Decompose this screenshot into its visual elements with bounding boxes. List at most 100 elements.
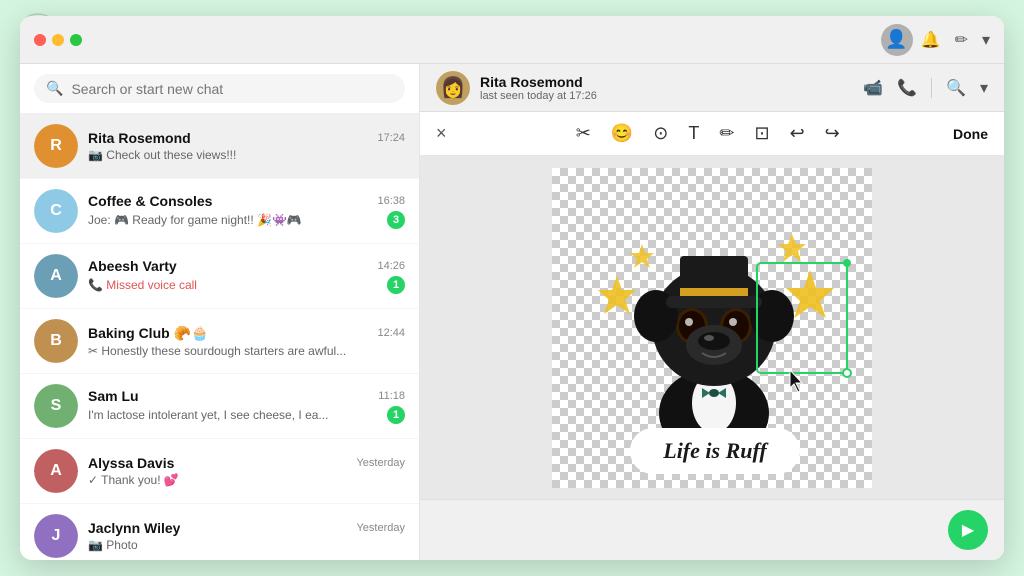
chat-info: Alyssa Davis Yesterday ✓ Thank you! 💕 [88, 455, 405, 487]
pug-eye-left-shine [685, 318, 693, 326]
chat-time: 11:18 [378, 390, 405, 402]
chat-item[interactable]: B Baking Club 🥐🧁 12:44 ✂ Honestly these … [20, 309, 419, 374]
chat-preview: Joe: 🎮 Ready for game night!! 🎉👾🎮 [88, 213, 302, 227]
title-bar: 👤 🔔 ✏ ▾ [20, 16, 1004, 64]
chat-header-info: Rita Rosemond last seen today at 17:26 [480, 74, 863, 102]
chat-header-avatar: 👩 [436, 71, 470, 105]
chat-header-row: Jaclynn Wiley Yesterday [88, 520, 405, 536]
chat-avatar: B [34, 319, 78, 363]
chat-header-row: Alyssa Davis Yesterday [88, 455, 405, 471]
chat-header-row: Sam Lu 11:18 [88, 388, 405, 404]
notifications-icon[interactable]: 🔔 [921, 30, 941, 50]
new-chat-icon[interactable]: ✏ [955, 30, 968, 50]
chat-item[interactable]: R Rita Rosemond 17:24 📷 Check out these … [20, 114, 419, 179]
profile-avatar[interactable]: 👤 [881, 24, 913, 56]
chat-preview: 📷 Check out these views!!! [88, 148, 236, 162]
chat-item[interactable]: J Jaclynn Wiley Yesterday 📷 Photo [20, 504, 419, 560]
send-button[interactable]: ▶ [948, 510, 988, 550]
chat-preview: ✂ Honestly these sourdough starters are … [88, 344, 346, 358]
editor-toolbar: × ✂ 😊 ⊙ T ✏ ⊡ ↩ ↪ Done [420, 112, 1004, 156]
voice-call-icon[interactable]: 📞 [897, 78, 917, 98]
chat-preview: 📷 Photo [88, 538, 138, 552]
chat-header-row: Rita Rosemond 17:24 [88, 130, 405, 146]
chat-item[interactable]: A Abeesh Varty 14:26 📞 Missed voice call… [20, 244, 419, 309]
draw-icon[interactable]: ✏ [719, 123, 734, 144]
unread-badge: 1 [387, 406, 405, 424]
unread-badge: 3 [387, 211, 405, 229]
chat-info: Sam Lu 11:18 I'm lactose intolerant yet,… [88, 388, 405, 424]
pug-nose-shine [704, 335, 714, 341]
chat-header-actions: 📹 📞 🔍 ▾ [863, 78, 988, 98]
main-layout: 🔍 R Rita Rosemond 17:24 📷 Check out thes… [20, 64, 1004, 560]
header-divider [931, 78, 932, 98]
sticker-canvas[interactable]: Life is Ruff [552, 168, 872, 488]
chat-avatar: R [34, 124, 78, 168]
app-window: 👤 🔔 ✏ ▾ 🔍 R Rit [20, 16, 1004, 560]
chat-info: Rita Rosemond 17:24 📷 Check out these vi… [88, 130, 405, 162]
pug-sticker-svg: Life is Ruff [562, 178, 862, 478]
chat-list: R Rita Rosemond 17:24 📷 Check out these … [20, 114, 419, 560]
sticker-tool-icon[interactable]: ⊙ [653, 123, 668, 144]
hat-brim [666, 296, 762, 308]
chat-header-name: Rita Rosemond [480, 74, 863, 90]
handle-top-right[interactable] [843, 259, 851, 267]
chat-header-status: last seen today at 17:26 [480, 90, 863, 102]
text-tool-icon[interactable]: T [688, 123, 699, 144]
chat-name: Jaclynn Wiley [88, 520, 180, 536]
sparkle-2 [630, 244, 654, 268]
sparkle-1 [598, 276, 636, 314]
chevron-down-icon[interactable]: ▾ [982, 30, 990, 50]
chat-time: Yesterday [356, 522, 405, 534]
chat-header: 👩 Rita Rosemond last seen today at 17:26… [420, 64, 1004, 112]
chat-avatar: S [34, 384, 78, 428]
search-icon: 🔍 [46, 80, 63, 97]
chat-header-row: Coffee & Consoles 16:38 [88, 193, 405, 209]
hat-band [680, 288, 748, 296]
close-button[interactable] [34, 34, 46, 46]
chat-avatar: C [34, 189, 78, 233]
chat-item[interactable]: C Coffee & Consoles 16:38 Joe: 🎮 Ready f… [20, 179, 419, 244]
crop-icon[interactable]: ⊡ [754, 123, 769, 144]
undo-icon[interactable]: ↩ [790, 123, 805, 144]
editor-tools: ✂ 😊 ⊙ T ✏ ⊡ ↩ ↪ [463, 123, 953, 144]
chat-time: 16:38 [377, 195, 405, 207]
sparkle-4 [778, 234, 806, 262]
search-chat-icon[interactable]: 🔍 [946, 78, 966, 98]
chat-info: Jaclynn Wiley Yesterday 📷 Photo [88, 520, 405, 552]
chat-info: Baking Club 🥐🧁 12:44 ✂ Honestly these so… [88, 325, 405, 358]
chat-name: Coffee & Consoles [88, 193, 212, 209]
redo-icon[interactable]: ↪ [825, 123, 840, 144]
more-options-icon[interactable]: ▾ [980, 78, 988, 98]
unread-badge: 1 [387, 276, 405, 294]
chat-header-row: Abeesh Varty 14:26 [88, 258, 405, 274]
emoji-icon[interactable]: 😊 [611, 123, 633, 144]
maximize-button[interactable] [70, 34, 82, 46]
chat-preview: 📞 Missed voice call [88, 278, 197, 292]
editor-close-icon[interactable]: × [436, 123, 447, 144]
sticker-image-wrap: Life is Ruff [552, 168, 872, 488]
chat-info: Coffee & Consoles 16:38 Joe: 🎮 Ready for… [88, 193, 405, 229]
chat-time: 14:26 [377, 260, 405, 272]
done-button[interactable]: Done [953, 126, 988, 142]
chat-header-row: Baking Club 🥐🧁 12:44 [88, 325, 405, 342]
send-icon: ▶ [962, 520, 974, 540]
chat-avatar: A [34, 449, 78, 493]
chat-input-area: ▶ [420, 499, 1004, 560]
chat-info: Abeesh Varty 14:26 📞 Missed voice call 1 [88, 258, 405, 294]
chat-time: 12:44 [377, 327, 405, 339]
chat-item[interactable]: S Sam Lu 11:18 I'm lactose intolerant ye… [20, 374, 419, 439]
chat-time: Yesterday [356, 457, 405, 469]
search-bar: 🔍 [20, 64, 419, 114]
editor-canvas-area: Life is Ruff [420, 156, 1004, 499]
chat-name: Rita Rosemond [88, 130, 191, 146]
search-input-wrap[interactable]: 🔍 [34, 74, 405, 103]
handle-bottom-right[interactable] [843, 369, 851, 377]
chat-item[interactable]: A Alyssa Davis Yesterday ✓ Thank you! 💕 [20, 439, 419, 504]
video-call-icon[interactable]: 📹 [863, 78, 883, 98]
search-input[interactable] [71, 81, 393, 97]
chat-name: Sam Lu [88, 388, 139, 404]
chat-preview: ✓ Thank you! 💕 [88, 473, 179, 487]
minimize-button[interactable] [52, 34, 64, 46]
chat-avatar: J [34, 514, 78, 558]
scissors-icon[interactable]: ✂ [576, 123, 591, 144]
